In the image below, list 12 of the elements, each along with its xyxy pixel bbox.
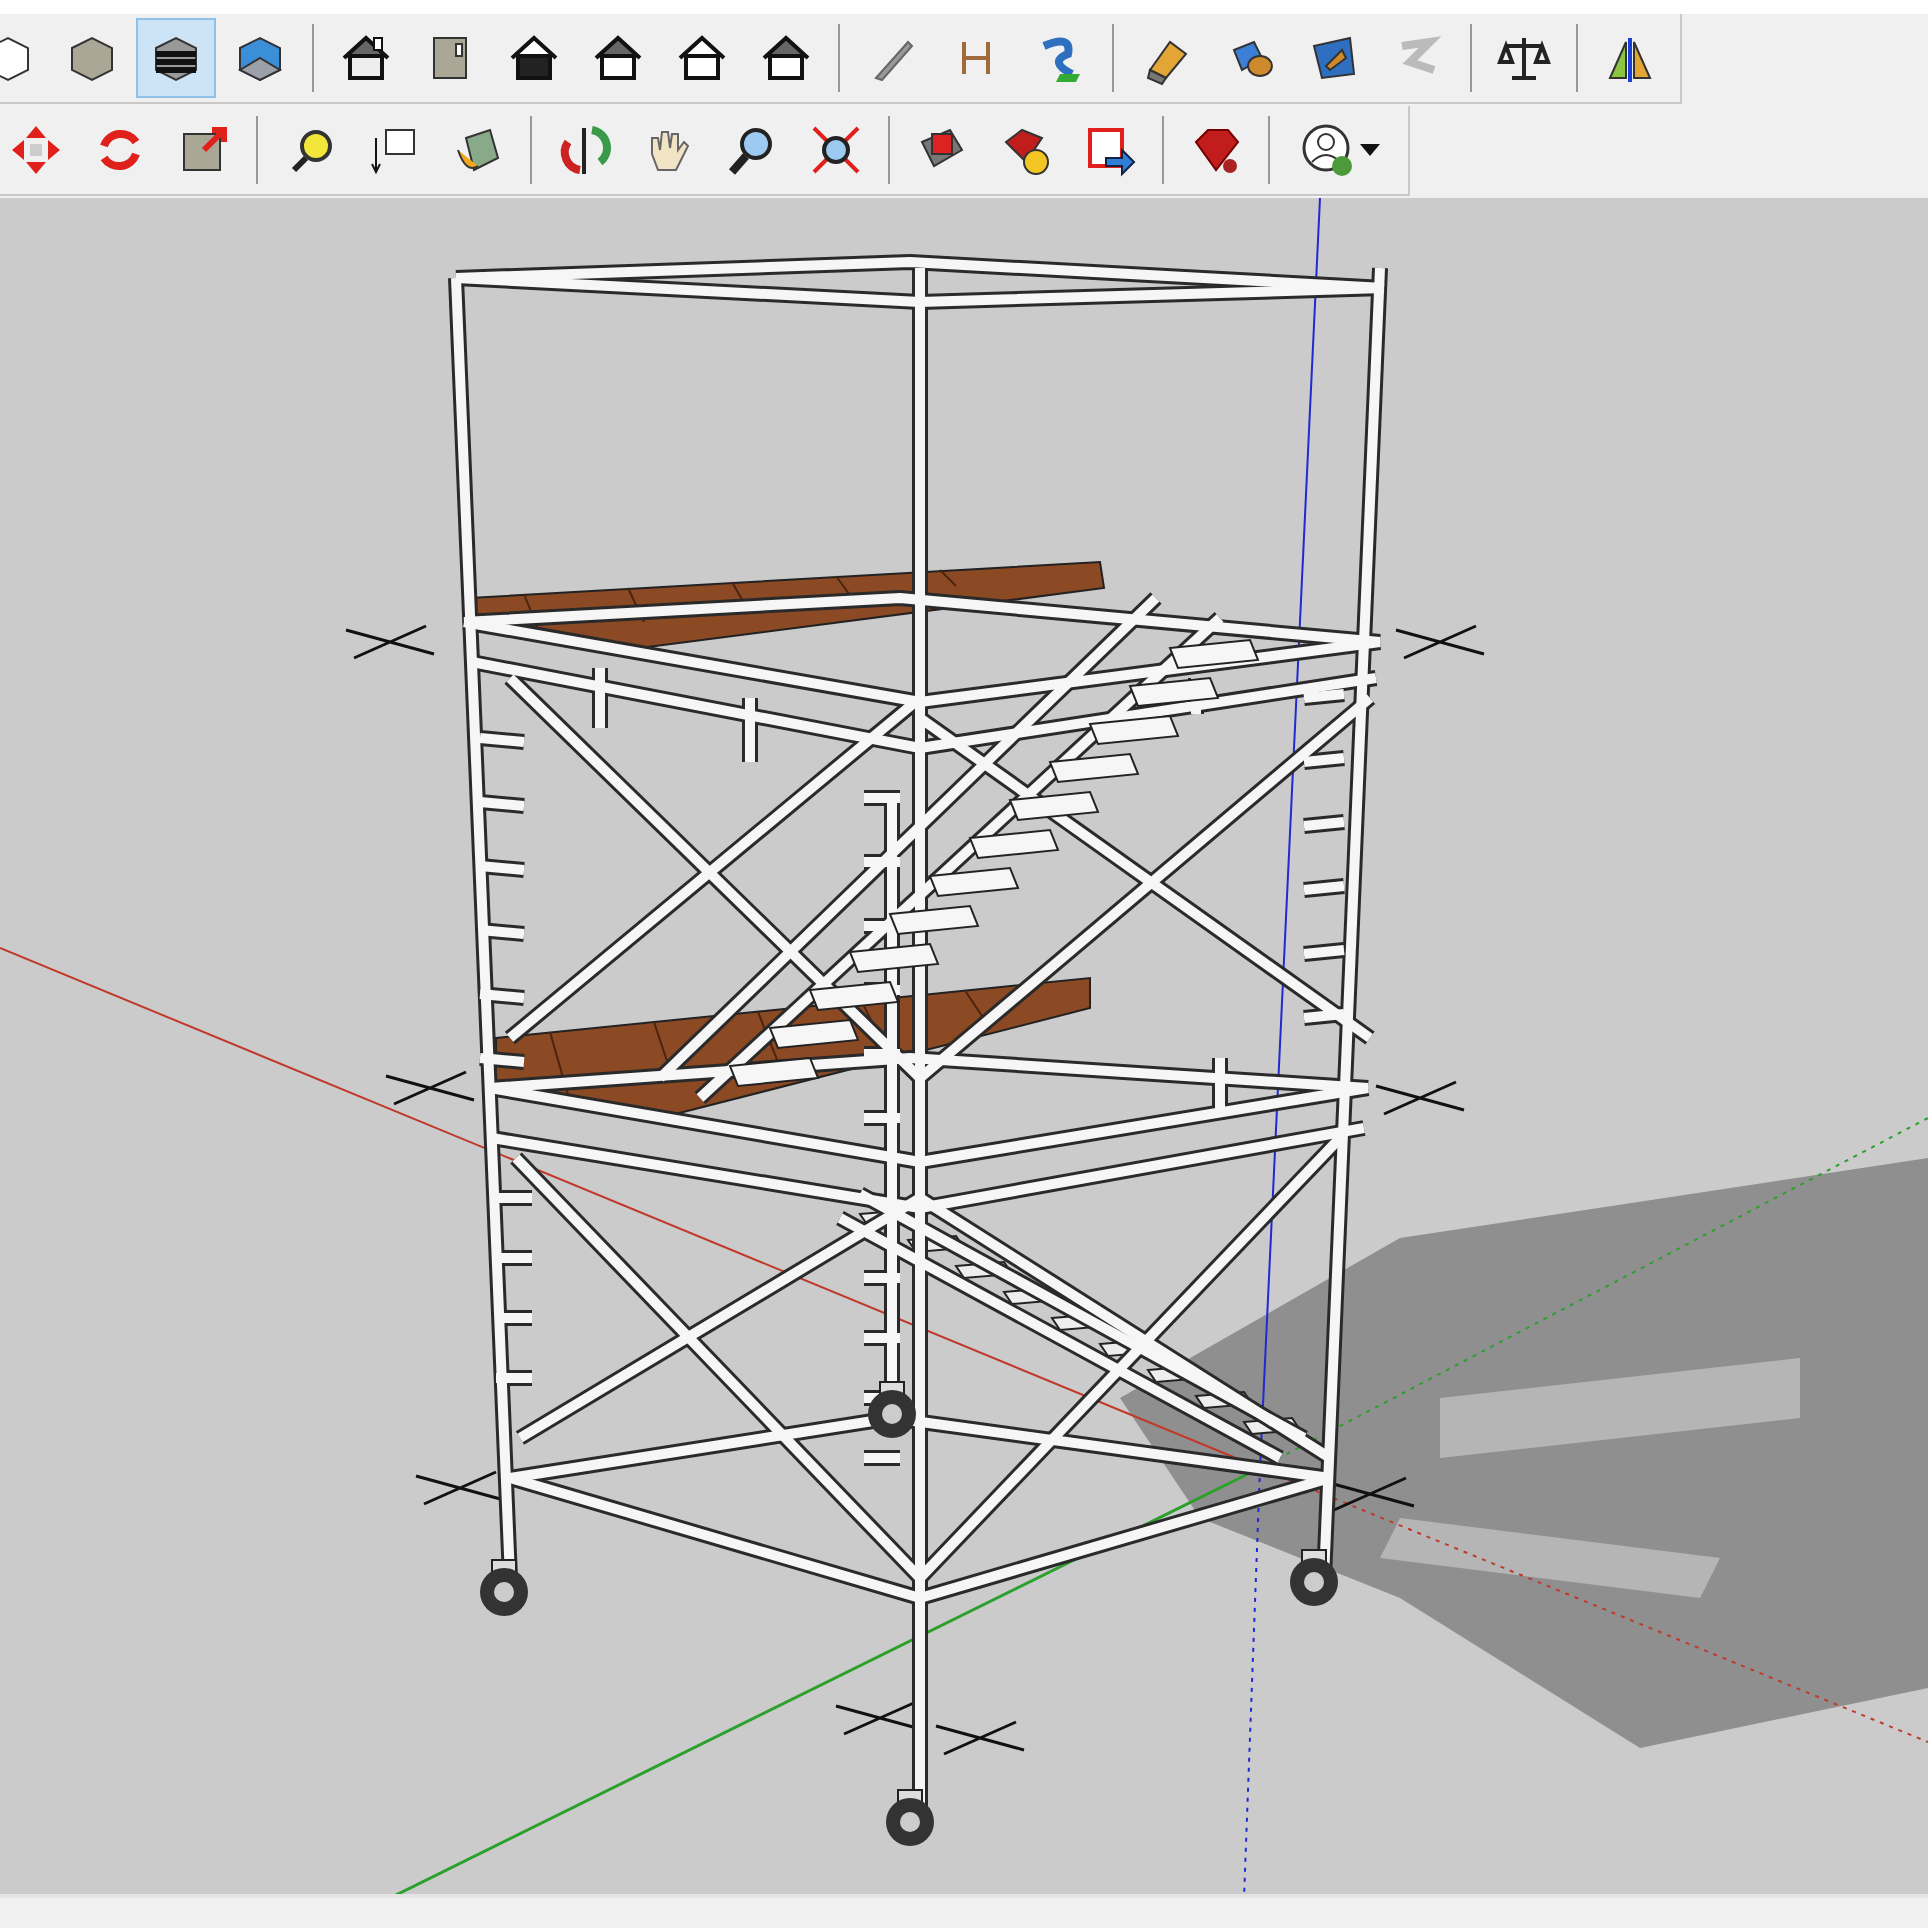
house-icon: [758, 30, 814, 86]
orbit-icon: [556, 122, 612, 178]
house-icon: [338, 30, 394, 86]
account-icon: [1300, 122, 1356, 178]
house-icon: [674, 30, 730, 86]
zoom-extents-icon: [808, 122, 864, 178]
move-icon: [8, 122, 64, 178]
tool-button[interactable]: [136, 18, 216, 98]
house-icon: [506, 30, 562, 86]
house-icon: [590, 30, 646, 86]
export-icon: [1082, 122, 1138, 178]
model-viewport[interactable]: [0, 198, 1928, 1894]
